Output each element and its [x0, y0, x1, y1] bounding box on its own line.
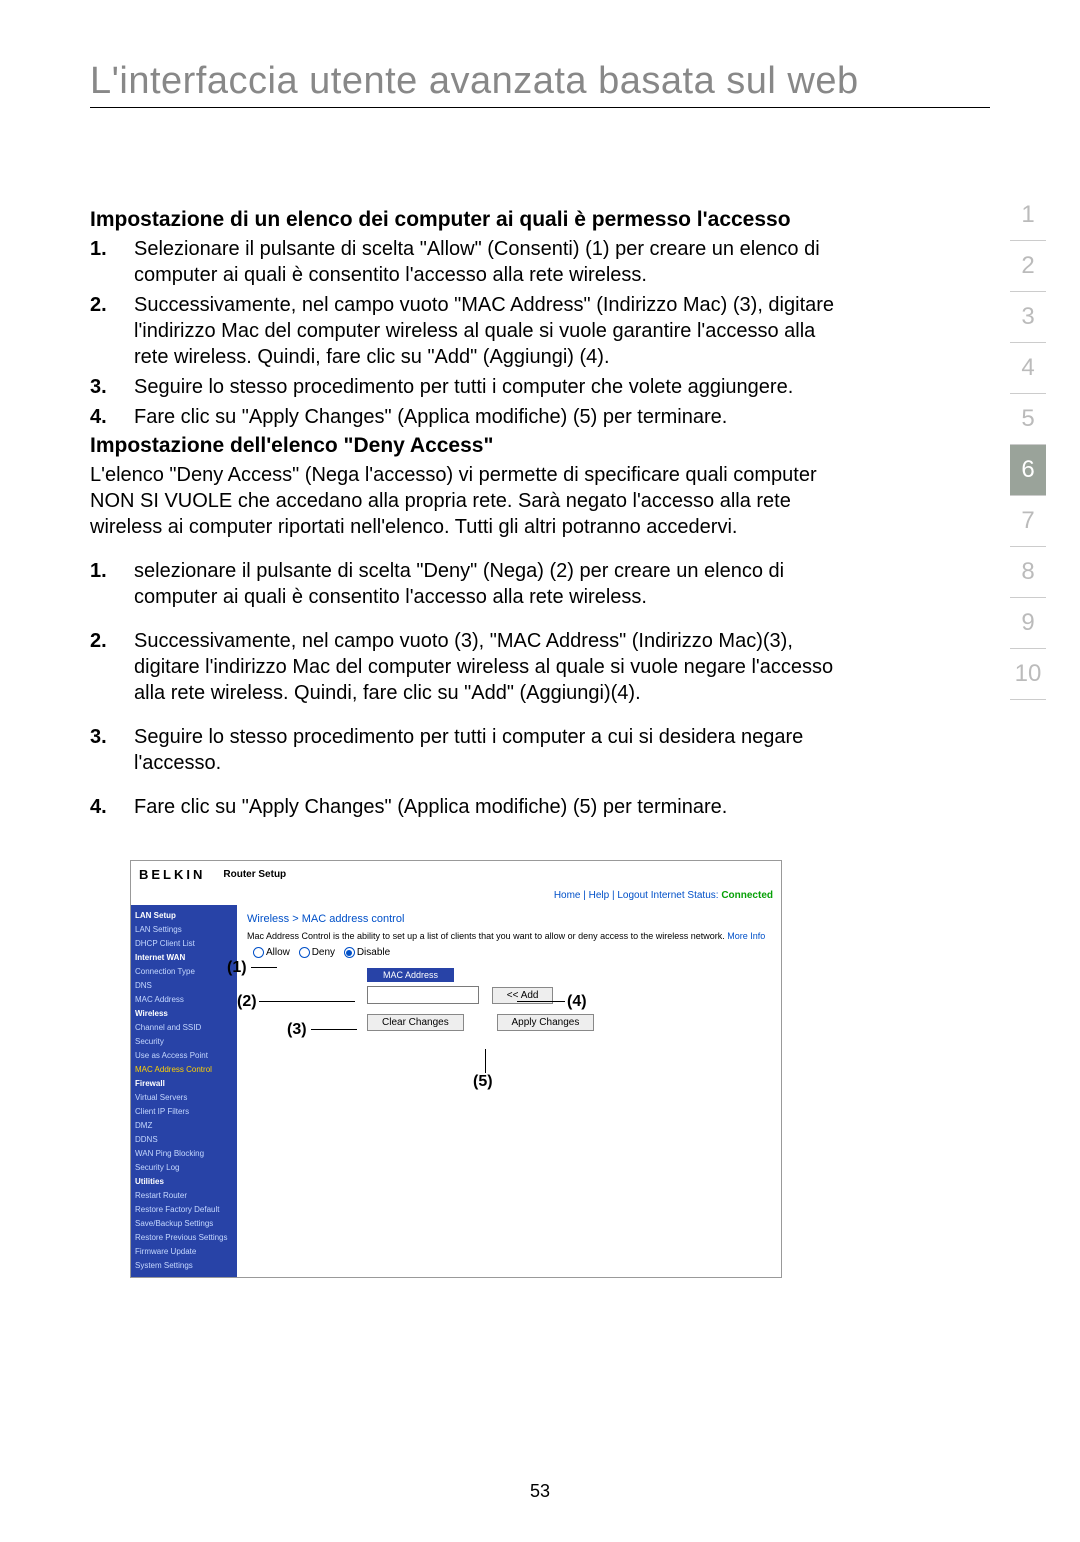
- callout-4: (4): [567, 993, 587, 1011]
- disable-radio-label: Disable: [357, 947, 390, 958]
- mac-address-header: MAC Address: [367, 968, 454, 982]
- sidebar-item[interactable]: Security: [135, 1035, 233, 1049]
- list-item-text: selezionare il pulsante di scelta "Deny"…: [134, 558, 840, 610]
- allow-radio[interactable]: [253, 947, 264, 958]
- list-item-text: Seguire lo stesso procedimento per tutti…: [134, 374, 840, 400]
- list-number: 3.: [90, 724, 134, 776]
- list-number: 1.: [90, 236, 134, 288]
- router-setup-label: Router Setup: [223, 869, 286, 880]
- list-number: 2.: [90, 628, 134, 706]
- section-cell-1[interactable]: 1: [1010, 190, 1046, 241]
- sidebar-item[interactable]: DNS: [135, 979, 233, 993]
- sidebar-header: Internet WAN: [135, 951, 233, 965]
- allow-radio-label: Allow: [266, 947, 290, 958]
- section-cell-10[interactable]: 10: [1010, 649, 1046, 700]
- brand-logo: BELKIN: [139, 867, 205, 882]
- section-cell-7[interactable]: 7: [1010, 496, 1046, 547]
- allow-list: 1.Selezionare il pulsante di scelta "All…: [90, 236, 840, 430]
- list-number: 4.: [90, 404, 134, 430]
- status-value: Connected: [721, 890, 773, 901]
- sidebar-header: Firewall: [135, 1077, 233, 1091]
- sidebar-item[interactable]: WAN Ping Blocking: [135, 1147, 233, 1161]
- section-cell-8[interactable]: 8: [1010, 547, 1046, 598]
- callout-3: (3): [287, 1021, 307, 1039]
- sidebar-item[interactable]: Restart Router: [135, 1189, 233, 1203]
- mac-desc: Mac Address Control is the ability to se…: [247, 931, 771, 941]
- list-number: 4.: [90, 794, 134, 820]
- list-item-text: Successivamente, nel campo vuoto (3), "M…: [134, 628, 840, 706]
- top-links[interactable]: Home | Help | Logout Internet Status: Co…: [131, 888, 781, 905]
- sidebar-item[interactable]: Connection Type: [135, 965, 233, 979]
- section-cell-9[interactable]: 9: [1010, 598, 1046, 649]
- router-screenshot: BELKIN Router Setup Home | Help | Logout…: [130, 860, 782, 1278]
- list-number: 2.: [90, 292, 134, 370]
- callout-1: (1): [227, 959, 247, 977]
- callout-5: (5): [473, 1073, 493, 1091]
- section-nav: sezione 12345678910: [1010, 190, 1046, 700]
- mac-address-input[interactable]: [367, 986, 479, 1004]
- sidebar-item[interactable]: Virtual Servers: [135, 1091, 233, 1105]
- radio-row: Allow Deny Disable: [247, 947, 771, 958]
- sidebar-header: Utilities: [135, 1175, 233, 1189]
- deny-intro: L'elenco "Deny Access" (Nega l'accesso) …: [90, 462, 840, 540]
- sidebar-item[interactable]: MAC Address: [135, 993, 233, 1007]
- page-number: 53: [0, 1481, 1080, 1502]
- sidebar-item[interactable]: Save/Backup Settings: [135, 1217, 233, 1231]
- deny-list: 1.selezionare il pulsante di scelta "Den…: [90, 558, 840, 820]
- sidebar-item[interactable]: DDNS: [135, 1133, 233, 1147]
- callout-2: (2): [237, 993, 257, 1011]
- sidebar-item[interactable]: Firmware Update: [135, 1245, 233, 1259]
- sidebar-item[interactable]: Client IP Filters: [135, 1105, 233, 1119]
- list-item-text: Fare clic su "Apply Changes" (Applica mo…: [134, 794, 840, 820]
- deny-radio[interactable]: [299, 947, 310, 958]
- allow-heading: Impostazione di un elenco dei computer a…: [90, 208, 840, 232]
- desc-text: Mac Address Control is the ability to se…: [247, 931, 725, 941]
- list-number: 3.: [90, 374, 134, 400]
- sidebar-item[interactable]: Restore Previous Settings: [135, 1231, 233, 1245]
- section-cell-3[interactable]: 3: [1010, 292, 1046, 343]
- section-cell-4[interactable]: 4: [1010, 343, 1046, 394]
- sidebar-item[interactable]: DMZ: [135, 1119, 233, 1133]
- disable-radio[interactable]: [344, 947, 355, 958]
- sidebar-item[interactable]: Channel and SSID: [135, 1021, 233, 1035]
- sidebar-item[interactable]: LAN Settings: [135, 923, 233, 937]
- breadcrumb: Wireless > MAC address control: [247, 913, 771, 925]
- sidebar: LAN SetupLAN SettingsDHCP Client ListInt…: [131, 905, 237, 1277]
- sidebar-item[interactable]: Use as Access Point: [135, 1049, 233, 1063]
- top-links-text: Home | Help | Logout Internet Status:: [554, 890, 719, 901]
- apply-changes-button[interactable]: Apply Changes: [497, 1014, 595, 1031]
- sidebar-item[interactable]: Security Log: [135, 1161, 233, 1175]
- sidebar-item[interactable]: System Settings: [135, 1259, 233, 1273]
- deny-radio-label: Deny: [312, 947, 335, 958]
- sidebar-header: Wireless: [135, 1007, 233, 1021]
- list-item-text: Selezionare il pulsante di scelta "Allow…: [134, 236, 840, 288]
- clear-changes-button[interactable]: Clear Changes: [367, 1014, 464, 1031]
- list-item-text: Seguire lo stesso procedimento per tutti…: [134, 724, 840, 776]
- deny-heading: Impostazione dell'elenco "Deny Access": [90, 434, 840, 458]
- sidebar-item[interactable]: DHCP Client List: [135, 937, 233, 951]
- section-cell-5[interactable]: 5: [1010, 394, 1046, 445]
- more-info-link[interactable]: More Info: [727, 931, 765, 941]
- list-number: 1.: [90, 558, 134, 610]
- sidebar-item[interactable]: MAC Address Control: [135, 1063, 233, 1077]
- page-title: L'interfaccia utente avanzata basata sul…: [90, 60, 990, 108]
- list-item-text: Successivamente, nel campo vuoto "MAC Ad…: [134, 292, 840, 370]
- section-cell-2[interactable]: 2: [1010, 241, 1046, 292]
- list-item-text: Fare clic su "Apply Changes" (Applica mo…: [134, 404, 840, 430]
- sidebar-header: LAN Setup: [135, 909, 233, 923]
- sidebar-item[interactable]: Restore Factory Default: [135, 1203, 233, 1217]
- section-cell-6[interactable]: 6: [1010, 445, 1046, 496]
